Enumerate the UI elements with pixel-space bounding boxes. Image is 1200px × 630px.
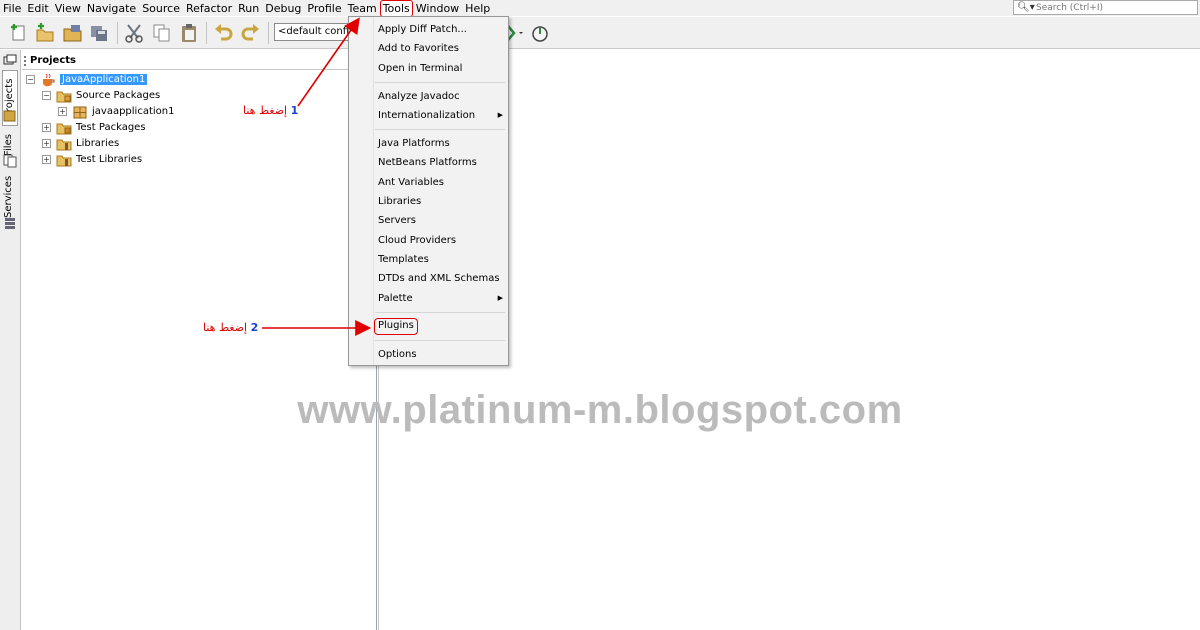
menu-file[interactable]: File [0, 1, 24, 16]
toolbar-separator [206, 22, 207, 44]
menu-tools[interactable]: Tools [379, 0, 413, 17]
copy-icon[interactable] [151, 22, 173, 44]
tree-node-label: Libraries [76, 138, 120, 149]
new-project-icon[interactable] [34, 22, 56, 44]
package-icon [73, 106, 87, 118]
menu-team[interactable]: Team [345, 1, 380, 16]
side-tab-strip: Projects Files Services [0, 50, 21, 630]
projects-panel-title: Projects [22, 50, 376, 70]
menu-item-options[interactable]: Options [378, 346, 417, 363]
menu-refactor[interactable]: Refactor [183, 1, 235, 16]
libraries-folder-icon [56, 139, 72, 150]
tree-node-package[interactable]: + javaapplication1 [58, 104, 174, 119]
search-icon[interactable]: 🔍︎▾ [1014, 2, 1036, 13]
paste-icon[interactable] [178, 22, 200, 44]
redo-icon[interactable] [240, 22, 262, 44]
watermark: www.platinum-m.blogspot.com [297, 388, 903, 432]
menu-profile[interactable]: Profile [304, 1, 344, 16]
tree-node-label: javaapplication1 [92, 106, 175, 117]
menu-item-label: Palette [378, 293, 413, 304]
test-packages-folder-icon [56, 123, 72, 134]
submenu-arrow-icon: ▶ [497, 294, 503, 302]
profile-project-icon[interactable] [530, 22, 552, 44]
save-all-icon[interactable] [88, 22, 110, 44]
menu-item-libraries[interactable]: Libraries [378, 193, 421, 210]
collapse-toggle[interactable]: − [26, 75, 35, 84]
configuration-select[interactable]: <default config> [274, 23, 354, 41]
open-project-icon[interactable] [62, 22, 84, 44]
source-packages-folder-icon [56, 91, 72, 102]
quick-search-box[interactable]: 🔍︎▾ [1013, 0, 1198, 15]
tree-node-test-packages[interactable]: + Test Packages [42, 120, 146, 135]
menu-navigate[interactable]: Navigate [84, 1, 139, 16]
tree-node-source-packages[interactable]: − Source Packages [42, 88, 160, 103]
menu-separator [375, 312, 505, 313]
projects-panel: Projects − JavaApplication1 − Source Pac… [22, 50, 377, 630]
menubar: File Edit View Navigate Source Refactor … [0, 0, 1200, 17]
menu-item-add-to-favorites[interactable]: Add to Favorites [378, 40, 459, 57]
menu-edit[interactable]: Edit [24, 1, 51, 16]
undo-icon[interactable] [212, 22, 234, 44]
menu-item-java-platforms[interactable]: Java Platforms [378, 135, 450, 152]
toolbar-separator [268, 22, 269, 44]
annotation-step-1: 1 إضغط هنا [243, 104, 298, 117]
menu-item-apply-diff-patch[interactable]: Apply Diff Patch... [378, 21, 467, 38]
menu-item-plugins[interactable]: Plugins [374, 318, 418, 335]
annotation-text: إضغط هنا [243, 104, 288, 117]
menu-item-open-in-terminal[interactable]: Open in Terminal [378, 60, 462, 77]
expand-toggle[interactable]: + [58, 107, 67, 116]
coffee-cup-icon [43, 73, 55, 86]
tree-node-label: Test Libraries [76, 154, 143, 165]
menu-item-label: Internationalization [378, 110, 476, 121]
menu-item-internationalization[interactable]: Internationalization [378, 107, 504, 124]
projects-tab-icon [3, 110, 16, 122]
submenu-arrow-icon: ▶ [497, 111, 503, 119]
menu-item-dtds-and-xml-schemas[interactable]: DTDs and XML Schemas [378, 270, 500, 287]
tree-node-test-libraries[interactable]: + Test Libraries [42, 152, 142, 167]
collapse-toggle[interactable]: − [42, 91, 51, 100]
menu-item-servers[interactable]: Servers [378, 212, 416, 229]
menu-item-cloud-providers[interactable]: Cloud Providers [378, 232, 456, 249]
menu-help[interactable]: Help [462, 1, 493, 16]
menu-item-palette[interactable]: Palette [378, 290, 413, 307]
menu-item-netbeans-platforms[interactable]: NetBeans Platforms [378, 154, 477, 171]
menu-separator [375, 340, 505, 341]
menu-debug[interactable]: Debug [262, 1, 304, 16]
menu-run[interactable]: Run [235, 1, 262, 16]
menu-window[interactable]: Window [413, 1, 462, 16]
tree-node-label: Source Packages [76, 90, 161, 101]
cut-icon[interactable] [123, 22, 145, 44]
menu-item-templates[interactable]: Templates [378, 251, 429, 268]
menu-item-analyze-javadoc[interactable]: Analyze Javadoc [378, 88, 460, 105]
menu-separator [375, 82, 505, 83]
files-tab-icon [3, 154, 17, 168]
annotation-number: 1 [290, 104, 299, 117]
annotation-number: 2 [250, 321, 259, 334]
restore-window-icon[interactable] [3, 54, 17, 66]
tab-services[interactable]: Services [2, 174, 18, 220]
menu-item-ant-variables[interactable]: Ant Variables [378, 174, 444, 191]
new-file-icon[interactable] [8, 22, 30, 44]
search-input[interactable] [1036, 2, 1186, 13]
services-tab-icon [5, 218, 15, 229]
tree-node-label: JavaApplication1 [60, 74, 148, 85]
toolbar: <default config> [0, 17, 1200, 49]
tools-menu: Apply Diff Patch... Add to Favorites Ope… [348, 16, 509, 366]
tree-node-label: Test Packages [76, 122, 146, 133]
tree-node-project[interactable]: − JavaApplication1 [26, 72, 148, 87]
expand-toggle[interactable]: + [42, 139, 51, 148]
annotation-text: إضغط هنا [203, 321, 248, 334]
menu-view[interactable]: View [52, 1, 84, 16]
test-libraries-folder-icon [56, 155, 72, 166]
tree-node-libraries[interactable]: + Libraries [42, 136, 119, 151]
expand-toggle[interactable]: + [42, 155, 51, 164]
toolbar-separator [117, 22, 118, 44]
menu-separator [375, 129, 505, 130]
expand-toggle[interactable]: + [42, 123, 51, 132]
menu-source[interactable]: Source [139, 1, 183, 16]
annotation-step-2: 2 إضغط هنا [203, 321, 258, 334]
